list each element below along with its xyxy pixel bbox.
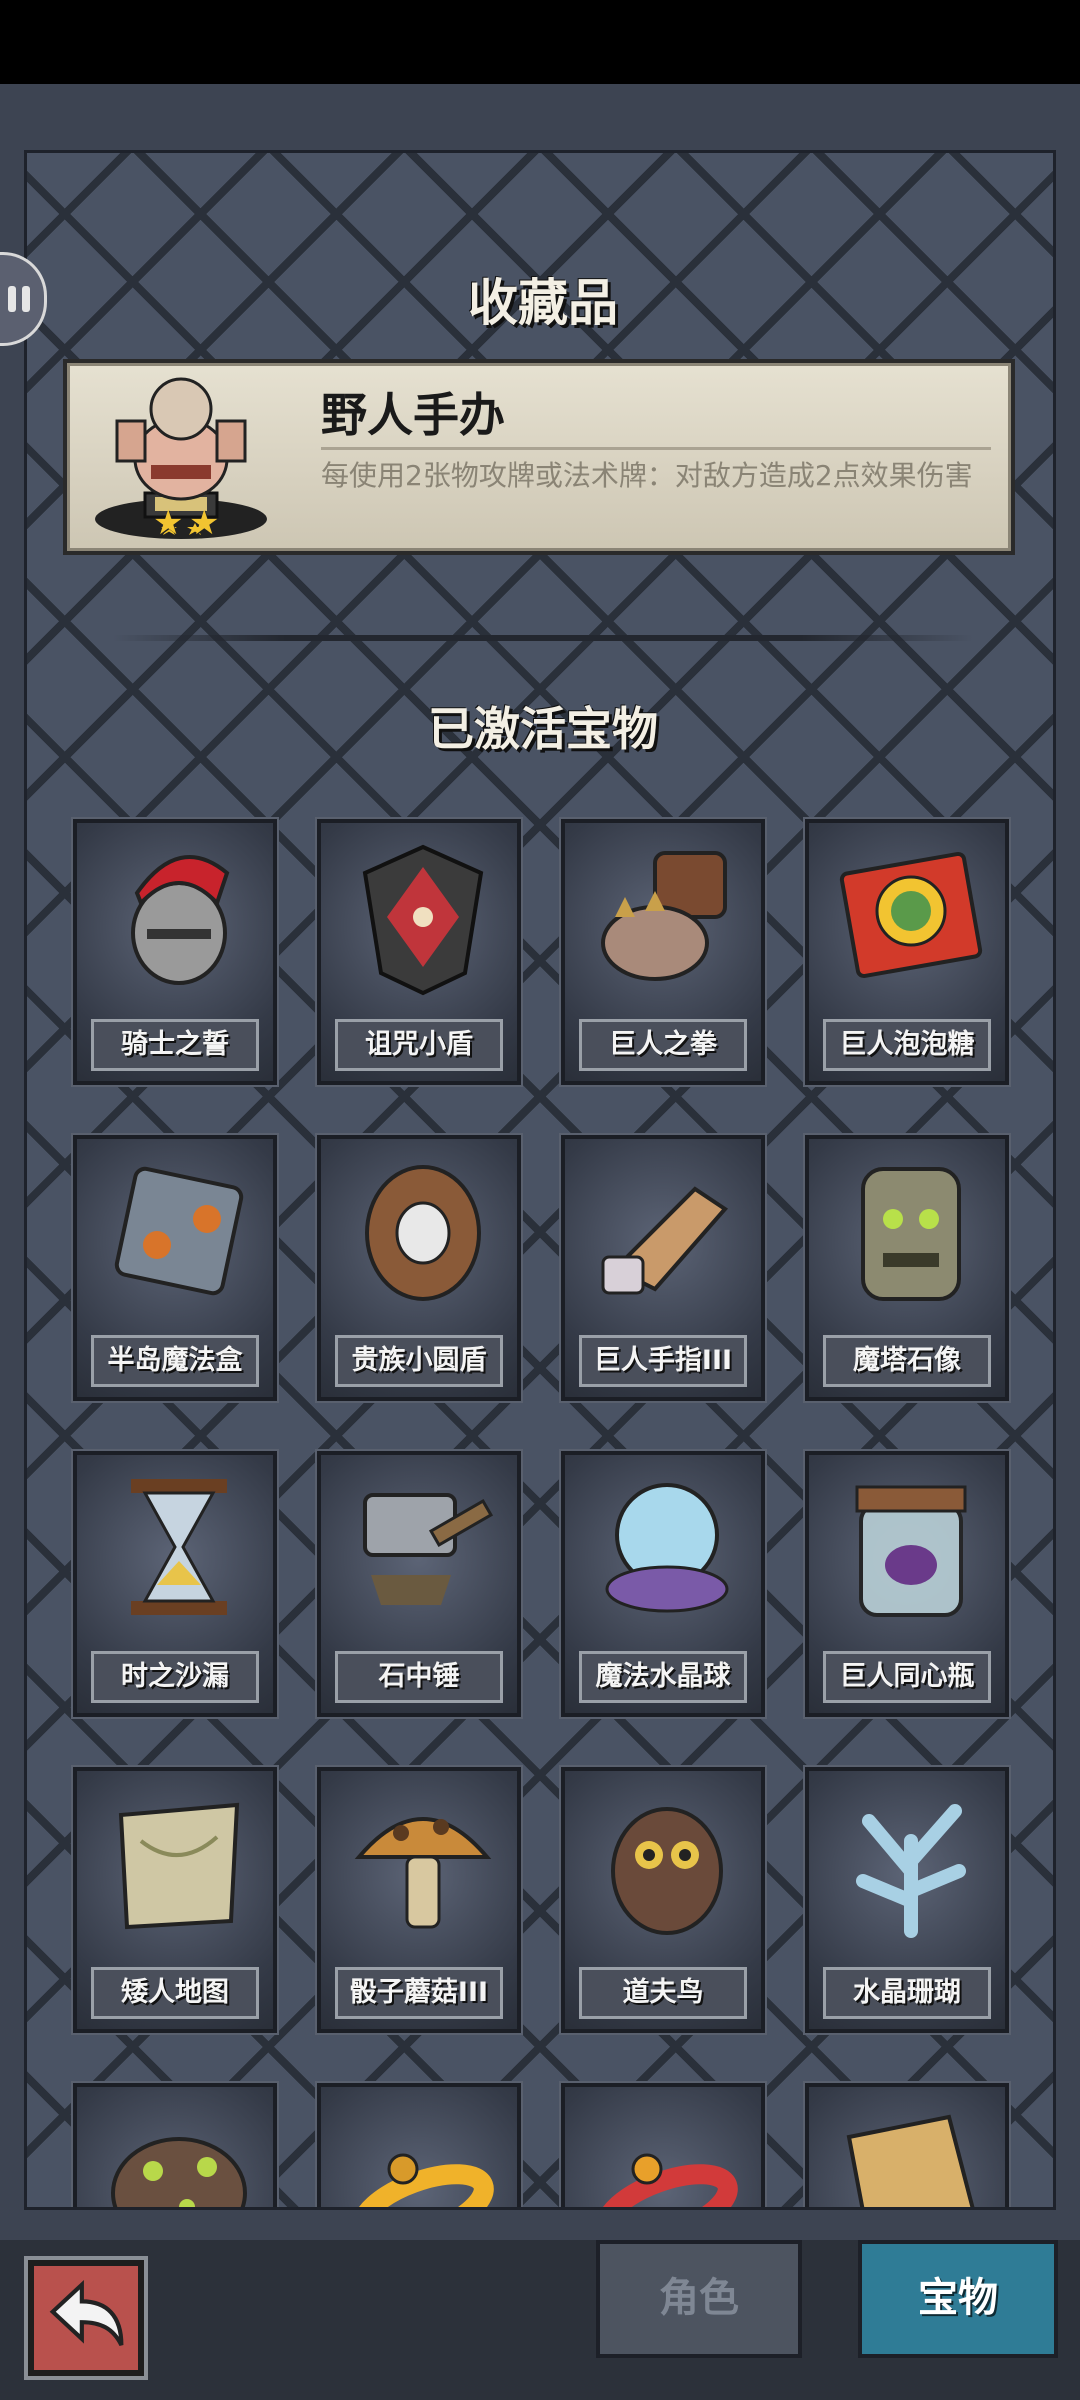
back-arrow-icon <box>49 2279 124 2347</box>
crystal-ball-icon <box>605 1483 729 1613</box>
back-button[interactable] <box>28 2260 144 2376</box>
magic-box-icon <box>114 1166 244 1296</box>
treasure-label: 魔法水晶球 <box>579 1651 747 1703</box>
treasure-slot[interactable]: 骰子蘑菇III <box>317 1767 521 2033</box>
treasure-label: 石中锤 <box>335 1651 503 1703</box>
cursed-shield-icon <box>362 844 484 996</box>
treasure-slot[interactable] <box>317 2083 521 2207</box>
treasure-label: 矮人地图 <box>91 1967 259 2019</box>
treasure-slot[interactable]: 时之沙漏 <box>73 1451 277 1717</box>
treasure-label: 魔塔石像 <box>823 1335 991 1387</box>
parchment-icon <box>846 2114 975 2207</box>
treasure-slot[interactable]: 魔塔石像 <box>805 1135 1009 1401</box>
giant-finger-icon <box>601 1186 729 1295</box>
treasure-slot[interactable] <box>561 2083 765 2207</box>
treasure-label: 巨人手指III <box>579 1335 747 1387</box>
hourglass-icon <box>131 1479 227 1615</box>
treasure-label: 半岛魔法盒 <box>91 1335 259 1387</box>
treasure-label: 诅咒小盾 <box>335 1019 503 1071</box>
treasure-slot[interactable]: 水晶珊瑚 <box>805 1767 1009 2033</box>
stone-hammer-icon <box>363 1493 494 1605</box>
treasure-label: 时之沙漏 <box>91 1651 259 1703</box>
treasure-slot[interactable]: 贵族小圆盾 <box>317 1135 521 1401</box>
tab-treasure[interactable]: 宝物 <box>858 2240 1058 2358</box>
treasure-slot[interactable] <box>805 2083 1009 2207</box>
toad-icon <box>111 2137 247 2207</box>
crystal-coral-icon <box>856 1804 966 1938</box>
treasure-slot[interactable] <box>73 2083 277 2207</box>
collection-title: 收藏品 <box>468 274 618 332</box>
treasure-label: 巨人之拳 <box>579 1019 747 1071</box>
treasure-label: 水晶珊瑚 <box>823 1967 991 2019</box>
featured-name: 野人手办 <box>321 388 505 442</box>
treasure-slot[interactable]: 半岛魔法盒 <box>73 1135 277 1401</box>
collection-screen: 收藏品 野人手办 每使用2张物攻牌或法术牌：对敌方造成2点效果伤害 ★ ★ 已激活… <box>0 84 1080 2240</box>
knight-helmet-icon <box>131 855 230 985</box>
round-shield-icon <box>365 1165 481 1301</box>
treasure-slot[interactable]: 石中锤 <box>317 1451 521 1717</box>
star-icon: ★ <box>189 503 220 543</box>
bubblegum-icon <box>839 851 983 979</box>
section-divider <box>113 635 973 641</box>
featured-description: 每使用2张物攻牌或法术牌：对敌方造成2点效果伤害 <box>321 459 973 492</box>
treasure-label: 骑士之誓 <box>91 1019 259 1071</box>
jar-icon <box>855 1485 967 1617</box>
treasure-label: 道夫鸟 <box>579 1967 747 2019</box>
star-icon: ★ <box>153 503 184 543</box>
treasure-label: 贵族小圆盾 <box>335 1335 503 1387</box>
bottom-navigation: 角色 宝物 <box>0 2240 1080 2400</box>
stone-statue-icon <box>861 1167 961 1301</box>
treasure-slot[interactable]: 巨人同心瓶 <box>805 1451 1009 1717</box>
treasure-label: 骰子蘑菇III <box>335 1967 503 2019</box>
treasure-slot[interactable]: 魔法水晶球 <box>561 1451 765 1717</box>
map-scroll-icon <box>118 1802 240 1930</box>
tab-role[interactable]: 角色 <box>596 2240 802 2358</box>
treasure-slot[interactable]: 诅咒小盾 <box>317 819 521 1085</box>
treasure-slot[interactable]: 矮人地图 <box>73 1767 277 2033</box>
treasure-slot[interactable]: 骑士之誓 <box>73 819 277 1085</box>
treasure-label: 巨人同心瓶 <box>823 1651 991 1703</box>
treasure-slot[interactable]: 巨人之拳 <box>561 819 765 1085</box>
active-treasures-title: 已激活宝物 <box>428 702 658 756</box>
owl-icon <box>611 1807 723 1935</box>
treasure-slot[interactable]: 道夫鸟 <box>561 1767 765 2033</box>
collection-panel[interactable]: 收藏品 野人手办 每使用2张物攻牌或法术牌：对敌方造成2点效果伤害 ★ ★ 已激活… <box>24 150 1056 2210</box>
yellow-ring-icon <box>352 2153 494 2207</box>
divider <box>321 447 991 450</box>
dice-mushroom-icon <box>354 1817 492 1929</box>
giant-fist-icon <box>601 851 727 981</box>
treasure-slot[interactable]: 巨人泡泡糖 <box>805 819 1009 1085</box>
treasure-label: 巨人泡泡糖 <box>823 1019 991 1071</box>
treasure-slot[interactable]: 巨人手指III <box>561 1135 765 1401</box>
featured-collectible-card[interactable]: 野人手办 每使用2张物攻牌或法术牌：对敌方造成2点效果伤害 ★ ★ <box>63 359 1015 555</box>
red-ring-icon <box>596 2153 738 2207</box>
status-bar <box>0 0 1080 84</box>
